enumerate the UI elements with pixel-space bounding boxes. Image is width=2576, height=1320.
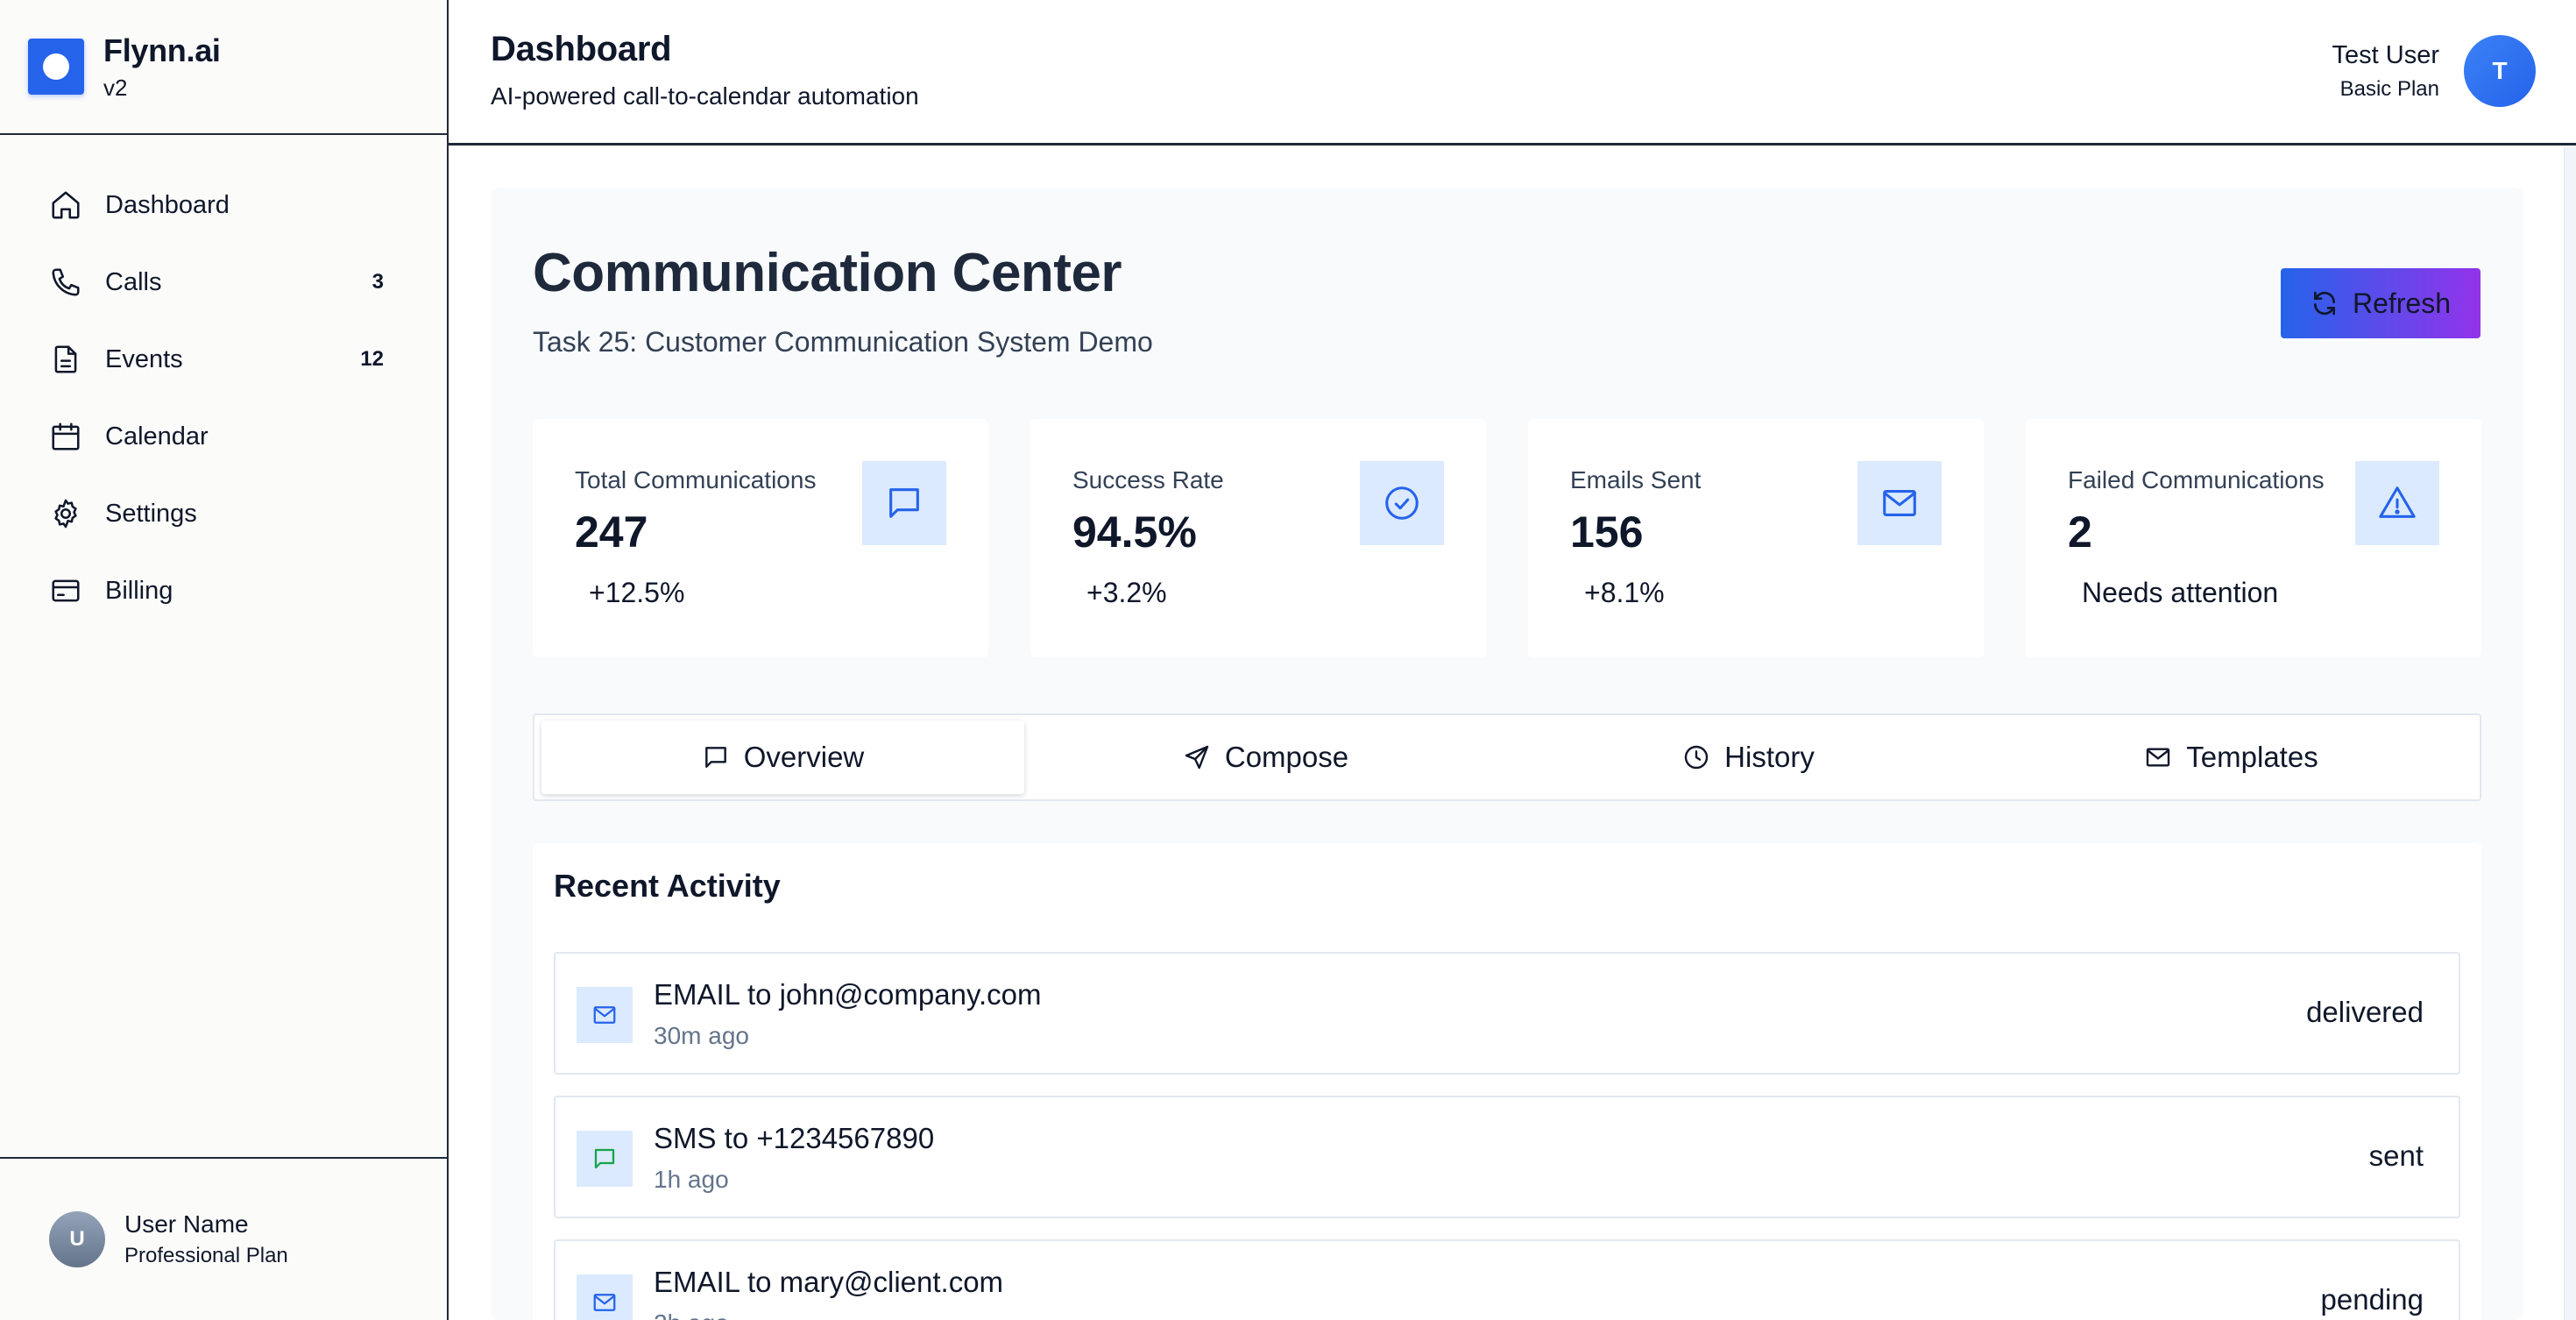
user-plan: Professional Plan: [124, 1244, 288, 1267]
stat-value: 247: [575, 507, 648, 557]
sidebar: Flynn.ai v2 Dashboard Calls 3 Events 12: [0, 0, 449, 1320]
phone-icon: [49, 266, 82, 299]
check-circle-icon: [1360, 461, 1444, 545]
tab-compose[interactable]: Compose: [1024, 720, 1507, 794]
status-badge: delivered: [2306, 996, 2424, 1028]
mail-icon: [577, 987, 633, 1043]
sidebar-item-count: 3: [372, 270, 384, 294]
tab-label: Compose: [1224, 741, 1349, 773]
message-icon: [862, 461, 946, 545]
stat-delta: +12.5%: [589, 577, 685, 608]
tab-templates[interactable]: Templates: [1990, 720, 2473, 794]
header-user-name: Test User: [2332, 40, 2439, 69]
avatar[interactable]: T: [2464, 35, 2536, 107]
recent-activity: Recent Activity EMAIL to john@company.co…: [533, 843, 2481, 1320]
activity-time: 1h ago: [654, 1166, 729, 1193]
sidebar-item-events[interactable]: Events 12: [0, 321, 447, 398]
activity-title-text: EMAIL to mary@client.com: [654, 1266, 1004, 1298]
sidebar-item-label: Settings: [105, 499, 197, 528]
section-subtitle: Task 25: Customer Communication System D…: [533, 326, 1153, 358]
user-name: User Name: [124, 1210, 249, 1238]
list-item[interactable]: EMAIL to john@company.com 30m ago delive…: [554, 952, 2460, 1075]
page-subtitle: AI-powered call-to-calendar automation: [491, 82, 919, 110]
sidebar-item-calls[interactable]: Calls 3: [0, 244, 447, 321]
refresh-icon: [2313, 291, 2335, 316]
stat-label: Failed Communications: [2068, 466, 2325, 493]
activity-title-text: SMS to +1234567890: [654, 1122, 935, 1154]
tab-label: Templates: [2186, 741, 2318, 773]
tab-label: History: [1724, 741, 1815, 773]
sidebar-item-label: Events: [105, 344, 183, 373]
stat-card-success-rate: Success Rate 94.5% +3.2%: [1030, 419, 1486, 657]
status-badge: sent: [2368, 1139, 2424, 1172]
activity-time: 2h ago: [654, 1309, 729, 1320]
mail-icon: [1858, 461, 1942, 545]
activity-title-text: EMAIL to john@company.com: [654, 978, 1042, 1011]
page-title: Dashboard: [491, 30, 672, 68]
gear-icon: [49, 497, 82, 530]
stat-card-total: Total Communications 247 +12.5%: [533, 419, 988, 657]
stat-delta: +8.1%: [1584, 577, 1665, 608]
mail-icon: [2147, 748, 2170, 767]
credit-card-icon: [49, 574, 82, 607]
sidebar-nav: Dashboard Calls 3 Events 12 Calendar Set…: [0, 135, 447, 629]
clock-icon: [1684, 745, 1709, 770]
refresh-button[interactable]: Refresh: [2281, 268, 2480, 338]
tab-label: Overview: [743, 741, 865, 773]
sidebar-item-label: Dashboard: [105, 190, 230, 219]
mail-icon: [577, 1274, 633, 1320]
list-item[interactable]: EMAIL to mary@client.com 2h ago pending: [554, 1239, 2460, 1320]
sidebar-item-label: Calendar: [105, 422, 209, 451]
stat-card-failed: Failed Communications 2 Needs attention: [2026, 419, 2481, 657]
tab-history[interactable]: History: [1507, 720, 1990, 794]
communication-center-panel: Communication Center Task 25: Customer C…: [491, 188, 2523, 1320]
sidebar-item-label: Calls: [105, 267, 162, 296]
stat-value: 156: [1570, 507, 1644, 557]
message-icon: [704, 747, 726, 768]
header-user-menu[interactable]: Test User Basic Plan T: [2332, 35, 2536, 107]
activity-title: Recent Activity: [554, 868, 781, 904]
header-user-plan: Basic Plan: [2339, 76, 2439, 101]
stat-delta: Needs attention: [2082, 577, 2279, 608]
stat-value: 2: [2068, 507, 2092, 557]
logo-icon: [28, 39, 84, 95]
send-icon: [1185, 745, 1209, 770]
activity-time: 30m ago: [654, 1022, 749, 1049]
stat-label: Success Rate: [1072, 466, 1224, 493]
calendar-icon: [49, 420, 82, 453]
brand[interactable]: Flynn.ai v2: [0, 0, 447, 135]
message-icon: [577, 1131, 633, 1187]
stat-label: Emails Sent: [1570, 466, 1702, 493]
tab-bar: Overview Compose History Templates: [533, 713, 2481, 801]
avatar: U: [49, 1211, 105, 1267]
refresh-label: Refresh: [2352, 287, 2452, 319]
document-icon: [49, 343, 82, 376]
list-item[interactable]: SMS to +1234567890 1h ago sent: [554, 1096, 2460, 1218]
section-title: Communication Center: [533, 243, 1122, 303]
status-badge: pending: [2320, 1283, 2424, 1316]
stat-card-emails-sent: Emails Sent 156 +8.1%: [1528, 419, 1984, 657]
brand-version: v2: [103, 74, 128, 101]
stat-delta: +3.2%: [1086, 577, 1167, 608]
alert-triangle-icon: [2355, 461, 2439, 545]
sidebar-item-settings[interactable]: Settings: [0, 475, 447, 552]
brand-name: Flynn.ai: [103, 32, 221, 68]
stat-label: Total Communications: [575, 466, 817, 493]
sidebar-item-billing[interactable]: Billing: [0, 552, 447, 629]
sidebar-item-dashboard[interactable]: Dashboard: [0, 167, 447, 244]
sidebar-item-calendar[interactable]: Calendar: [0, 398, 447, 475]
home-icon: [49, 188, 82, 222]
sidebar-item-label: Billing: [105, 576, 173, 605]
top-header: Dashboard AI-powered call-to-calendar au…: [449, 0, 2576, 145]
scrollbar[interactable]: [2564, 147, 2576, 1320]
tab-overview[interactable]: Overview: [541, 720, 1024, 794]
stat-value: 94.5%: [1072, 507, 1197, 557]
sidebar-user-profile[interactable]: U User Name Professional Plan: [0, 1157, 447, 1320]
sidebar-item-count: 12: [360, 347, 384, 371]
